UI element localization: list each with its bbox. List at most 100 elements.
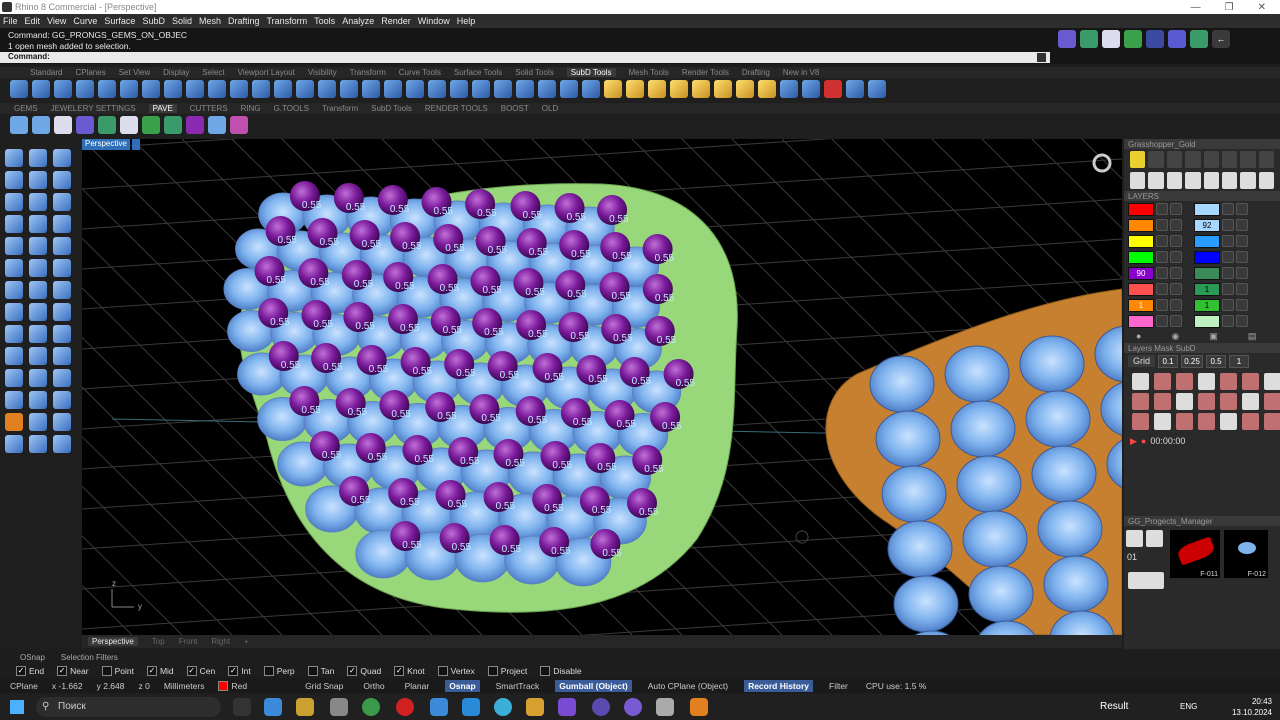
checkbox[interactable]: ✓ (347, 666, 357, 676)
subd-tool-icon[interactable] (802, 80, 820, 98)
tab-mesh-tools[interactable]: Mesh Tools (629, 68, 669, 77)
toggle-planar[interactable]: Planar (401, 680, 434, 692)
cplane-label[interactable]: CPlane (10, 681, 38, 691)
checkbox[interactable]: ✓ (228, 666, 238, 676)
subd-tool-icon[interactable] (186, 80, 204, 98)
eye-icon[interactable] (1222, 283, 1234, 295)
eye-icon[interactable] (1156, 251, 1168, 263)
menu-mesh[interactable]: Mesh (199, 16, 221, 26)
tab-cutters[interactable]: CUTTERS (190, 104, 228, 113)
subd-tool-icon[interactable] (846, 80, 864, 98)
minimize-icon[interactable]: — (1191, 2, 1201, 13)
layer-color-swatch[interactable]: 1 (1194, 299, 1220, 312)
tool-icon[interactable] (53, 259, 71, 277)
tool-icon[interactable] (29, 193, 47, 211)
app-icon[interactable] (430, 698, 448, 716)
project-thumbnail[interactable]: F-011 (1170, 530, 1220, 578)
toggle-smarttrack[interactable]: SmartTrack (492, 680, 544, 692)
menu-curve[interactable]: Curve (73, 16, 97, 26)
close-icon[interactable]: ✕ (1258, 2, 1266, 13)
grasshopper-tool-icon[interactable] (1204, 172, 1219, 189)
layer-color-swatch[interactable]: 1 (1194, 283, 1220, 296)
tool-icon[interactable] (5, 259, 23, 277)
layer-row[interactable]: 11 (1124, 297, 1280, 313)
edge-icon[interactable] (462, 698, 480, 716)
tool-icon[interactable] (5, 325, 23, 343)
viewport-menu-icon[interactable] (132, 139, 140, 150)
layer-row[interactable]: 90 (1124, 265, 1280, 281)
subd-tool-icon[interactable] (736, 80, 754, 98)
tool-icon[interactable] (53, 281, 71, 299)
app-icon[interactable] (526, 698, 544, 716)
gem[interactable] (951, 401, 1015, 457)
eye-icon[interactable] (1222, 251, 1234, 263)
pave-tool-icon[interactable] (186, 116, 204, 134)
gem-cutter-icon[interactable] (1080, 30, 1098, 48)
record-icon[interactable]: ● (1141, 436, 1146, 446)
eye-icon[interactable] (1156, 283, 1168, 295)
toggle-osnap[interactable]: Osnap (445, 680, 479, 692)
mask-tool-icon[interactable] (1242, 373, 1259, 390)
tool-icon[interactable] (53, 149, 71, 167)
osnap-mid[interactable]: ✓ Mid (147, 666, 174, 676)
tool-icon[interactable] (53, 303, 71, 321)
subd-tool-icon[interactable] (714, 80, 732, 98)
open-project-icon[interactable] (1128, 572, 1164, 589)
task-view-icon[interactable] (233, 698, 251, 716)
eye-icon[interactable] (1222, 203, 1234, 215)
grasshopper-tool-icon[interactable] (1185, 151, 1200, 168)
layer-color-swatch[interactable] (1194, 235, 1220, 248)
tab-g-tools[interactable]: G.TOOLS (274, 104, 309, 113)
subd-tool-icon[interactable] (582, 80, 600, 98)
tool-icon[interactable] (5, 171, 23, 189)
menu-render[interactable]: Render (381, 16, 411, 26)
eye-icon[interactable] (1156, 219, 1168, 231)
layer-color-swatch[interactable] (1128, 315, 1154, 328)
lock-icon[interactable] (1236, 315, 1248, 327)
osnap-knot[interactable]: ✓ Knot (394, 666, 425, 676)
eye-icon[interactable] (1156, 203, 1168, 215)
gem[interactable] (1044, 556, 1108, 612)
grid-value-button[interactable]: 0.1 (1158, 355, 1178, 368)
osnap-near[interactable]: ✓ Near (57, 666, 88, 676)
subd-tool-icon[interactable] (384, 80, 402, 98)
viewport-scene[interactable]: 0.55 0.55 0.55 0.55 0.55 0.55 0.55 0.550.55 0.55… (82, 139, 1122, 635)
visual-studio-icon[interactable] (558, 698, 576, 716)
tab-render-tools[interactable]: Render Tools (682, 68, 729, 77)
tool-icon[interactable] (53, 413, 71, 431)
tab-boost[interactable]: BOOST (501, 104, 529, 113)
gem[interactable] (1032, 446, 1096, 502)
checkbox[interactable] (264, 666, 274, 676)
hide-icon[interactable]: ● (1136, 331, 1141, 341)
mask-tool-icon[interactable] (1132, 393, 1149, 410)
eye-icon[interactable] (1222, 299, 1234, 311)
tool-icon[interactable] (29, 413, 47, 431)
gem[interactable] (894, 576, 958, 632)
checkbox[interactable] (438, 666, 448, 676)
tab-select[interactable]: Select (202, 68, 224, 77)
viewport-tab-top[interactable]: Top (152, 637, 165, 646)
telegram-icon[interactable] (494, 698, 512, 716)
menu-drafting[interactable]: Drafting (228, 16, 260, 26)
grasshopper-tool-icon[interactable] (1148, 172, 1163, 189)
tool-icon[interactable] (5, 303, 23, 321)
layer-row[interactable] (1124, 249, 1280, 265)
viewport-tab-right[interactable]: Right (211, 637, 230, 646)
viewport-tab-[interactable]: + (244, 637, 249, 646)
menu-analyze[interactable]: Analyze (342, 16, 374, 26)
tab-selection-filters[interactable]: Selection Filters (61, 653, 118, 662)
tab-subd-tools[interactable]: SubD Tools (371, 104, 412, 113)
grasshopper-tool-icon[interactable] (1148, 151, 1163, 168)
subd-tool-icon[interactable] (516, 80, 534, 98)
tool-icon[interactable] (29, 281, 47, 299)
menu-tools[interactable]: Tools (314, 16, 335, 26)
layer-color-swatch[interactable]: 1 (1128, 299, 1154, 312)
lock-icon[interactable] (1236, 283, 1248, 295)
layer-color-swatch[interactable] (1128, 235, 1154, 248)
pave-tool-icon[interactable] (10, 116, 28, 134)
subd-tool-icon[interactable] (494, 80, 512, 98)
subd-tool-icon[interactable] (626, 80, 644, 98)
gem[interactable] (945, 346, 1009, 402)
tool-icon[interactable] (5, 237, 23, 255)
checkbox[interactable] (540, 666, 550, 676)
